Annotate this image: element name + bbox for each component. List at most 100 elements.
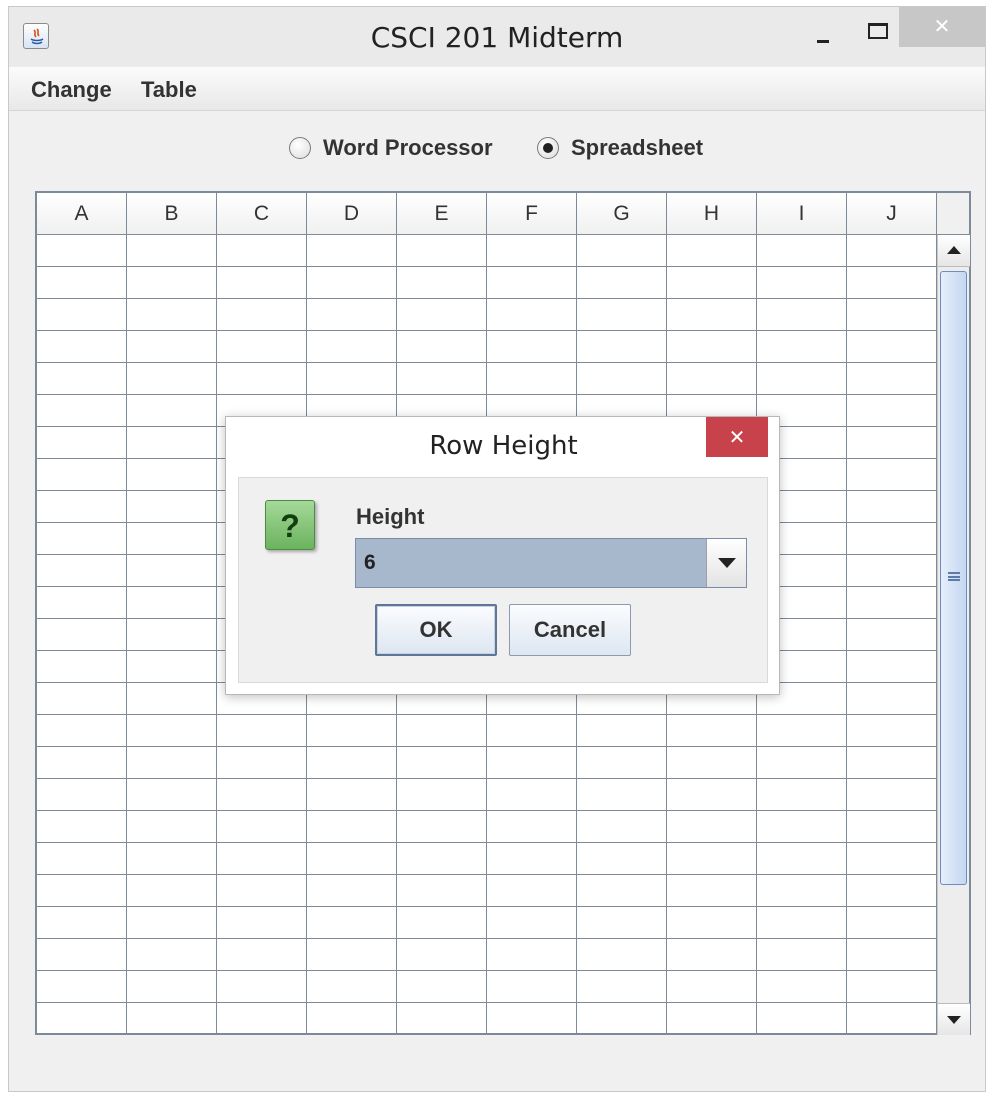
radio-button-selected-icon[interactable]	[537, 137, 559, 159]
table-cell[interactable]	[307, 779, 397, 811]
table-cell[interactable]	[487, 363, 577, 395]
table-cell[interactable]	[127, 651, 217, 683]
minimize-button[interactable]	[809, 19, 839, 49]
table-cell[interactable]	[37, 267, 127, 299]
table-cell[interactable]	[667, 843, 757, 875]
table-cell[interactable]	[127, 395, 217, 427]
table-cell[interactable]	[397, 971, 487, 1003]
table-cell[interactable]	[37, 619, 127, 651]
table-cell[interactable]	[577, 299, 667, 331]
table-cell[interactable]	[487, 235, 577, 267]
table-cell[interactable]	[217, 779, 307, 811]
table-cell[interactable]	[757, 331, 847, 363]
table-cell[interactable]	[847, 363, 937, 395]
column-header[interactable]: D	[307, 193, 397, 235]
table-cell[interactable]	[847, 267, 937, 299]
table-cell[interactable]	[577, 1003, 667, 1035]
table-cell[interactable]	[37, 235, 127, 267]
table-cell[interactable]	[847, 907, 937, 939]
table-cell[interactable]	[127, 427, 217, 459]
column-header[interactable]: C	[217, 193, 307, 235]
table-cell[interactable]	[127, 491, 217, 523]
table-cell[interactable]	[37, 747, 127, 779]
table-cell[interactable]	[397, 715, 487, 747]
table-cell[interactable]	[847, 235, 937, 267]
table-cell[interactable]	[307, 939, 397, 971]
table-cell[interactable]	[577, 331, 667, 363]
table-cell[interactable]	[577, 715, 667, 747]
table-cell[interactable]	[127, 715, 217, 747]
table-cell[interactable]	[307, 715, 397, 747]
table-cell[interactable]	[397, 331, 487, 363]
table-cell[interactable]	[127, 811, 217, 843]
table-cell[interactable]	[37, 875, 127, 907]
table-cell[interactable]	[847, 619, 937, 651]
table-cell[interactable]	[397, 1003, 487, 1035]
table-cell[interactable]	[757, 971, 847, 1003]
table-cell[interactable]	[667, 747, 757, 779]
column-header[interactable]: J	[847, 193, 937, 235]
table-cell[interactable]	[37, 555, 127, 587]
table-cell[interactable]	[127, 363, 217, 395]
table-cell[interactable]	[37, 491, 127, 523]
chevron-down-icon[interactable]	[706, 539, 746, 587]
table-cell[interactable]	[127, 843, 217, 875]
column-header[interactable]: E	[397, 193, 487, 235]
table-cell[interactable]	[397, 779, 487, 811]
table-cell[interactable]	[757, 363, 847, 395]
table-cell[interactable]	[577, 267, 667, 299]
table-cell[interactable]	[397, 875, 487, 907]
table-cell[interactable]	[37, 811, 127, 843]
table-cell[interactable]	[847, 331, 937, 363]
table-cell[interactable]	[487, 331, 577, 363]
table-cell[interactable]	[307, 363, 397, 395]
table-cell[interactable]	[667, 907, 757, 939]
table-cell[interactable]	[847, 395, 937, 427]
table-cell[interactable]	[217, 747, 307, 779]
table-cell[interactable]	[487, 267, 577, 299]
table-cell[interactable]	[757, 843, 847, 875]
table-cell[interactable]	[487, 811, 577, 843]
table-cell[interactable]	[847, 299, 937, 331]
table-cell[interactable]	[37, 939, 127, 971]
radio-button-icon[interactable]	[289, 137, 311, 159]
table-cell[interactable]	[487, 971, 577, 1003]
table-cell[interactable]	[37, 907, 127, 939]
table-cell[interactable]	[577, 971, 667, 1003]
table-cell[interactable]	[127, 683, 217, 715]
table-cell[interactable]	[397, 939, 487, 971]
menu-change[interactable]: Change	[31, 77, 112, 103]
table-cell[interactable]	[487, 299, 577, 331]
table-cell[interactable]	[487, 747, 577, 779]
table-cell[interactable]	[847, 779, 937, 811]
table-cell[interactable]	[847, 811, 937, 843]
table-cell[interactable]	[757, 811, 847, 843]
table-cell[interactable]	[847, 459, 937, 491]
table-cell[interactable]	[577, 779, 667, 811]
table-cell[interactable]	[37, 363, 127, 395]
table-cell[interactable]	[847, 747, 937, 779]
table-cell[interactable]	[127, 875, 217, 907]
table-cell[interactable]	[757, 939, 847, 971]
table-cell[interactable]	[667, 299, 757, 331]
table-cell[interactable]	[847, 683, 937, 715]
table-cell[interactable]	[577, 811, 667, 843]
table-cell[interactable]	[37, 1003, 127, 1035]
column-header[interactable]: A	[37, 193, 127, 235]
column-header[interactable]: F	[487, 193, 577, 235]
table-cell[interactable]	[667, 267, 757, 299]
scroll-down-arrow-icon[interactable]	[938, 1003, 970, 1035]
table-cell[interactable]	[217, 235, 307, 267]
table-cell[interactable]	[217, 971, 307, 1003]
table-cell[interactable]	[127, 939, 217, 971]
table-cell[interactable]	[127, 267, 217, 299]
table-cell[interactable]	[127, 747, 217, 779]
column-header[interactable]: B	[127, 193, 217, 235]
table-cell[interactable]	[667, 331, 757, 363]
table-cell[interactable]	[577, 939, 667, 971]
table-cell[interactable]	[577, 875, 667, 907]
table-cell[interactable]	[757, 875, 847, 907]
table-cell[interactable]	[757, 299, 847, 331]
scroll-thumb[interactable]	[940, 271, 967, 885]
table-cell[interactable]	[487, 779, 577, 811]
